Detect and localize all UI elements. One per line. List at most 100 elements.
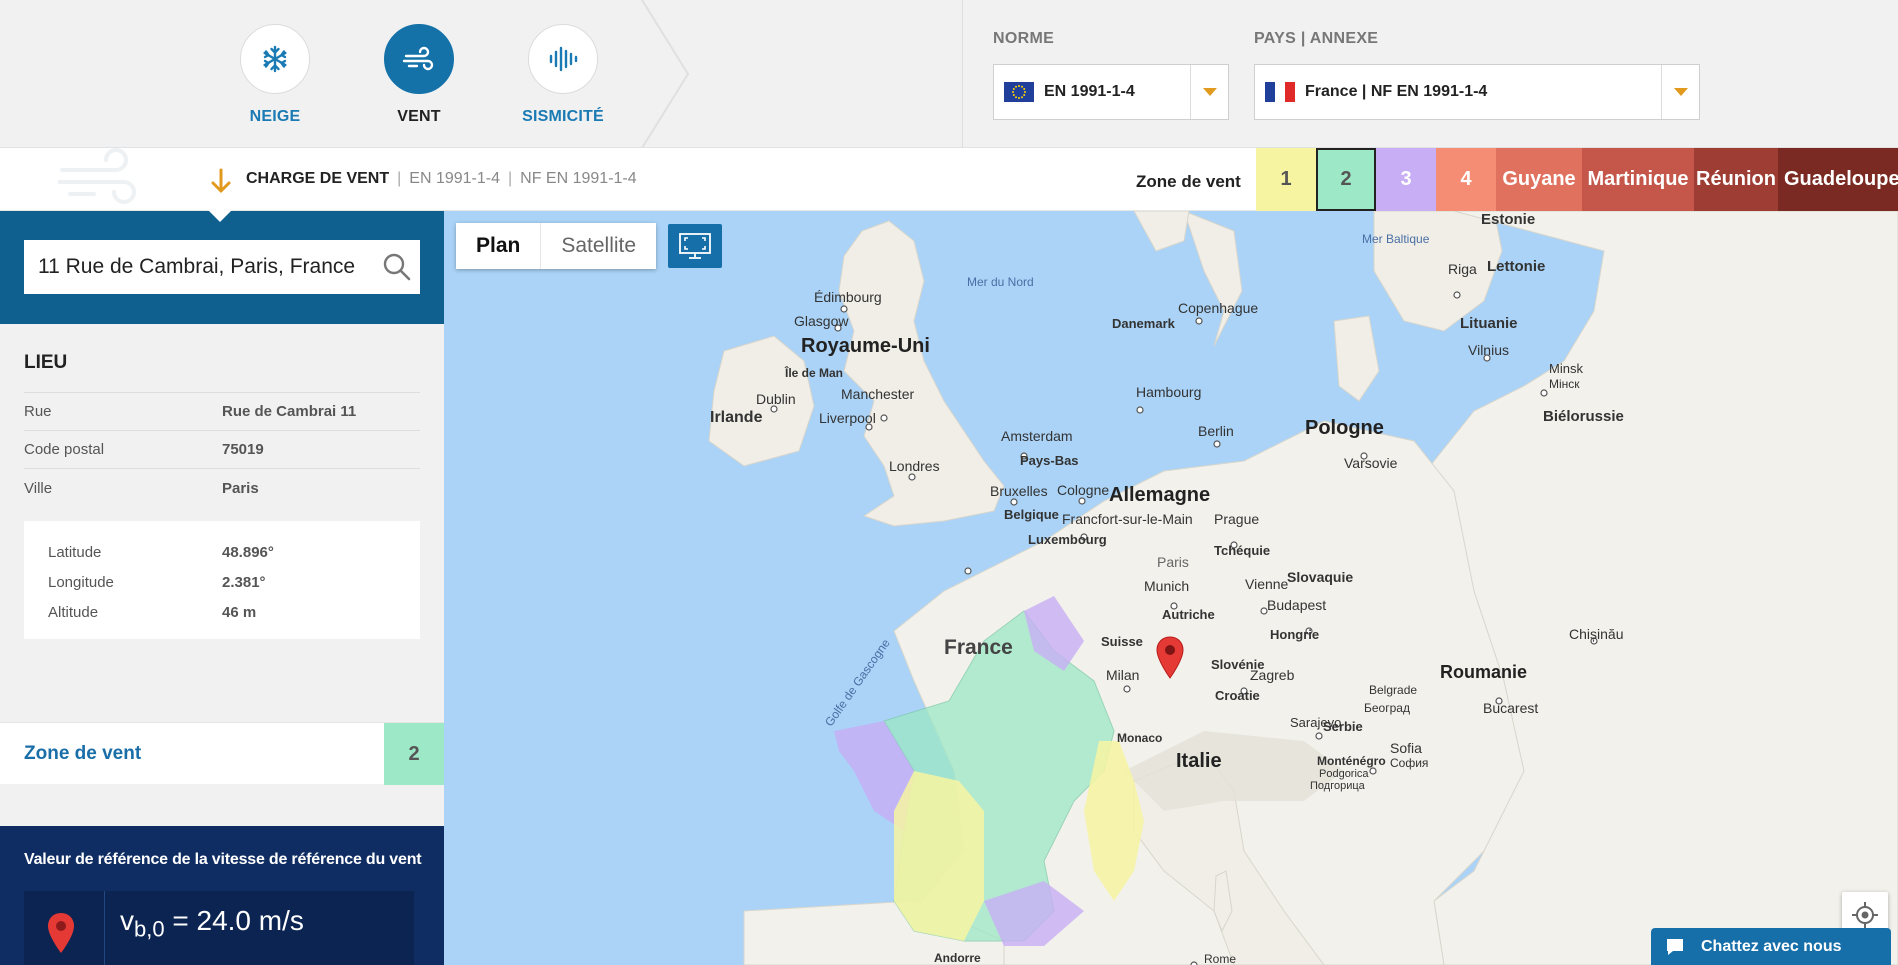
row-key: Code postal: [24, 441, 105, 458]
zone-result-row: Zone de vent 2: [0, 722, 444, 785]
map-type-tabs: Plan Satellite: [456, 223, 657, 269]
map-label: Édimbourg: [814, 289, 882, 305]
map-label: Royaume-Uni: [801, 335, 930, 357]
chat-button[interactable]: Chattez avec nous: [1651, 928, 1891, 965]
zone-result-value: 2: [384, 723, 444, 785]
zone-button-1[interactable]: 1: [1256, 148, 1316, 211]
wind-icon: [402, 46, 434, 71]
reference-formula: vb,0 = 24.0 m/s: [120, 905, 304, 943]
zone-button-reunion[interactable]: Réunion: [1694, 148, 1778, 211]
tab-satellite[interactable]: Satellite: [541, 223, 656, 269]
map-label: Monténégro: [1317, 754, 1386, 768]
map-label: Danemark: [1112, 316, 1175, 331]
zone-button-2[interactable]: 2: [1316, 148, 1376, 211]
sidebar: LIEU Rue Rue de Cambrai 11 Code postal 7…: [0, 211, 444, 965]
snowflake-icon: [263, 45, 287, 73]
map-label: Milan: [1106, 667, 1140, 683]
arrow-down-icon: [211, 168, 231, 193]
tab-plan[interactable]: Plan: [456, 223, 542, 269]
map-view[interactable]: Royaume-Uni Irlande France Allemagne Pol…: [444, 211, 1898, 965]
map-label: Zagreb: [1250, 667, 1295, 683]
map-label: Londres: [889, 458, 940, 474]
map-label: Pologne: [1305, 417, 1384, 439]
address-search-input[interactable]: [38, 255, 378, 279]
pays-select[interactable]: France | NF EN 1991-1-4: [1254, 64, 1700, 120]
table-row: Rue Rue de Cambrai 11: [24, 393, 420, 431]
search-box: [24, 240, 420, 294]
france-flag-icon: [1265, 82, 1295, 102]
reference-value-box: vb,0 = 24.0 m/s: [24, 891, 414, 965]
reference-divider: [104, 891, 105, 965]
zone-button-4[interactable]: 4: [1436, 148, 1496, 211]
load-button-vent[interactable]: VENT: [374, 24, 464, 126]
norme-value: EN 1991-1-4: [1044, 83, 1135, 100]
zone-legend: 1 2 3 4 Guyane Martinique Réunion Guadel…: [1256, 148, 1898, 211]
map-label: Vienne: [1245, 576, 1289, 592]
map-label: Monaco: [1117, 731, 1163, 745]
map-label: Biélorussie: [1543, 408, 1624, 425]
chat-label: Chattez avec nous: [1701, 937, 1842, 955]
map-label: Dublin: [756, 391, 796, 407]
row-value: 2.381°: [222, 573, 266, 591]
norme-select[interactable]: EN 1991-1-4: [993, 64, 1229, 120]
wind-watermark-icon: [58, 148, 136, 204]
map-label: Sarajevo: [1290, 715, 1342, 730]
map-label: Lettonie: [1487, 258, 1546, 275]
map-label: Amsterdam: [1001, 428, 1073, 444]
zone-button-guadeloupe[interactable]: Guadeloupe: [1778, 148, 1898, 211]
chevron-divider-icon: [641, 0, 690, 148]
zone-button-3[interactable]: 3: [1376, 148, 1436, 211]
table-row: Latitude 48.896°: [48, 537, 420, 567]
map-label: Manchester: [841, 386, 915, 402]
map-label: Tchéquie: [1214, 543, 1271, 558]
map-label: Slovaquie: [1287, 569, 1354, 585]
reference-panel: Valeur de référence de la vitesse de réf…: [0, 826, 444, 965]
fullscreen-icon: [679, 233, 711, 259]
breadcrumb-title: CHARGE DE VENT: [246, 170, 390, 187]
reference-title: Valeur de référence de la vitesse de réf…: [24, 851, 422, 868]
map-label: Roumanie: [1440, 662, 1528, 682]
formula-subscript: b,0: [134, 916, 165, 942]
map-label: Bucarest: [1483, 700, 1539, 716]
map-label: Vilnius: [1468, 342, 1509, 358]
table-row: Code postal 75019: [24, 431, 420, 469]
row-key: Longitude: [48, 573, 114, 591]
row-key: Latitude: [48, 543, 102, 561]
map-label: Mer Baltique: [1362, 232, 1430, 246]
row-value: Rue de Cambrai 11: [222, 403, 357, 420]
row-key: Altitude: [48, 603, 99, 621]
load-button-neige[interactable]: NEIGE: [230, 24, 320, 126]
zone-button-martinique[interactable]: Martinique: [1582, 148, 1694, 211]
breadcrumb-norm[interactable]: EN 1991-1-4: [409, 170, 500, 188]
sub-bar: CHARGE DE VENT | EN 1991-1-4 | NF EN 199…: [0, 148, 1898, 211]
location-marker-icon[interactable]: [1156, 636, 1184, 680]
table-row: Altitude 46 m: [48, 597, 420, 627]
load-button-sismicite[interactable]: SISMICITÉ: [518, 24, 608, 126]
map-label: Riga: [1448, 261, 1477, 277]
zone-button-guyane[interactable]: Guyane: [1496, 148, 1582, 211]
map-label: Београд: [1364, 701, 1410, 715]
breadcrumb-annex[interactable]: NF EN 1991-1-4: [520, 170, 637, 188]
map-label: Munich: [1144, 578, 1190, 594]
chat-bubble-icon: [1667, 938, 1683, 955]
map-label: Suisse: [1101, 634, 1143, 649]
search-icon[interactable]: [382, 252, 412, 282]
fullscreen-button[interactable]: [668, 224, 722, 268]
breadcrumb: CHARGE DE VENT | EN 1991-1-4 | NF EN 199…: [246, 170, 637, 188]
pays-value: France | NF EN 1991-1-4: [1305, 83, 1488, 100]
map-label: Copenhague: [1178, 300, 1259, 316]
map-label: Mer du Nord: [967, 275, 1034, 289]
map-label: Belgique: [1004, 507, 1059, 522]
map-label: Sofia: [1390, 740, 1422, 756]
map-label: Hongrie: [1270, 627, 1320, 642]
coordinates-box: Latitude 48.896° Longitude 2.381° Altitu…: [24, 521, 420, 639]
pays-label: PAYS | ANNEXE: [1254, 30, 1379, 47]
load-label-sismicite: SISMICITÉ: [522, 108, 604, 125]
load-label-vent: VENT: [397, 108, 441, 125]
chevron-down-icon: [1661, 65, 1699, 119]
app-root: NEIGE VENT SISMICITÉ NORME EN 1991-1-4 P…: [0, 0, 1898, 965]
norme-label: NORME: [993, 30, 1055, 47]
table-row: Longitude 2.381°: [48, 567, 420, 597]
map-label: Allemagne: [1109, 484, 1211, 506]
row-value: 48.896°: [222, 543, 274, 561]
